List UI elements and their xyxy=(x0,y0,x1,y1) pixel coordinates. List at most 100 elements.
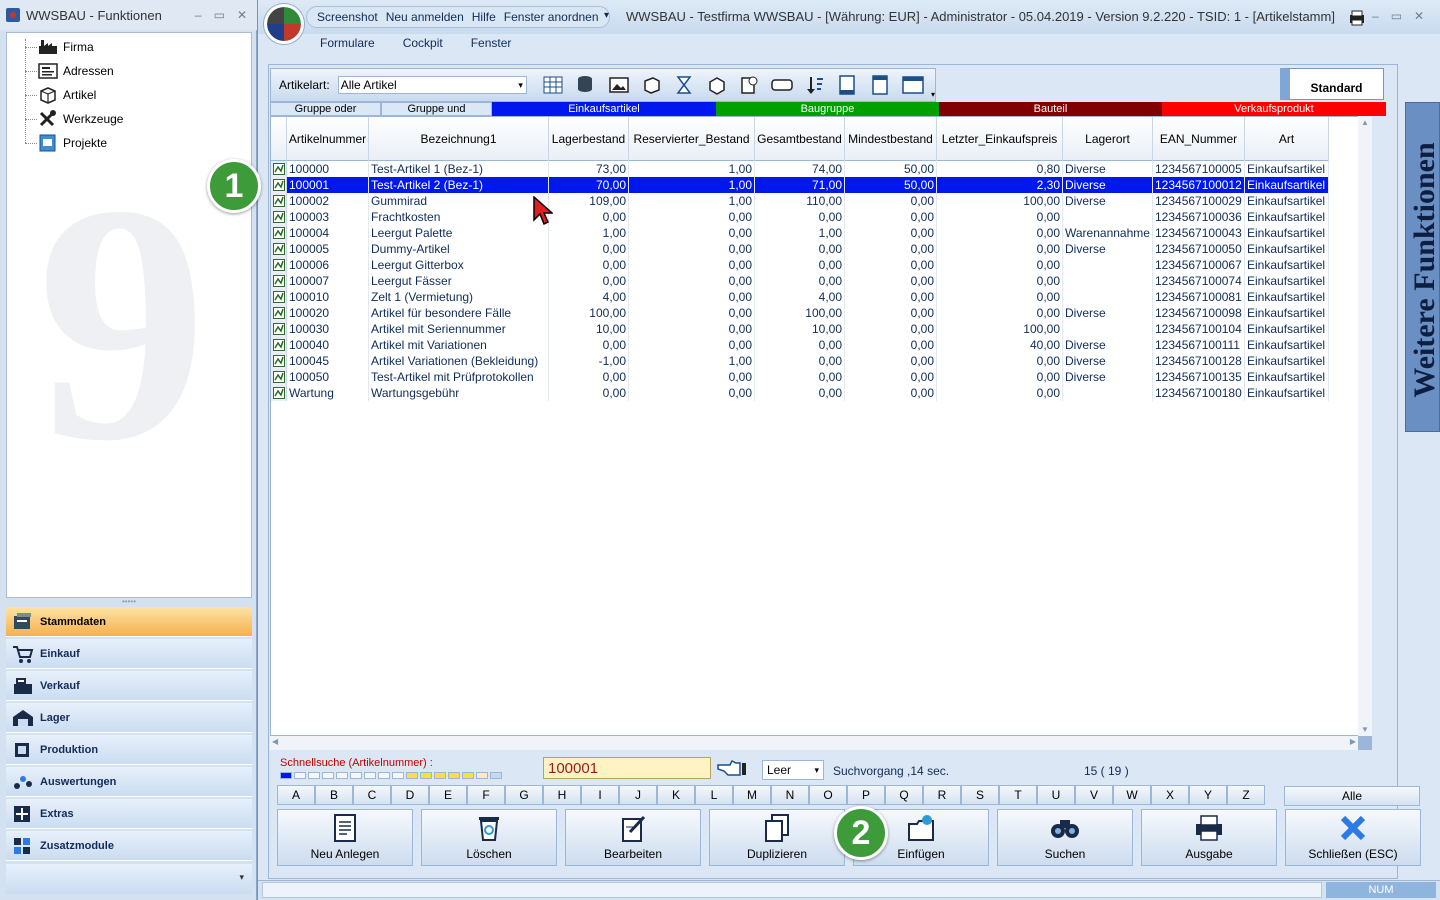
printer-small-icon[interactable] xyxy=(1348,10,1366,29)
group-einkaufsartikel[interactable]: Einkaufsartikel xyxy=(492,102,716,116)
row-status-icon[interactable] xyxy=(271,305,287,321)
column-header[interactable]: Letzter_Einkaufspreis xyxy=(937,117,1063,161)
letter-button-q[interactable]: Q xyxy=(885,785,923,805)
neu-anlegen-button[interactable]: Neu Anlegen xyxy=(277,809,413,866)
column-header[interactable]: Gesamtbestand xyxy=(755,117,845,161)
row-status-icon[interactable] xyxy=(271,369,287,385)
letter-button-t[interactable]: T xyxy=(999,785,1037,805)
tab-cockpit[interactable]: Cockpit xyxy=(403,36,443,50)
row-status-icon[interactable] xyxy=(271,353,287,369)
row-status-icon[interactable] xyxy=(271,321,287,337)
loeschen-button[interactable]: Löschen xyxy=(421,809,557,866)
table-row[interactable]: 100006 Leergut Gitterbox 0,00 0,00 0,00 0,00 0… xyxy=(271,257,1329,273)
bearbeiten-button[interactable]: Bearbeiten xyxy=(565,809,701,866)
nav-verkauf[interactable]: Verkauf xyxy=(6,671,252,701)
qat-hilfe[interactable]: Hilfe xyxy=(472,10,496,24)
alle-button[interactable]: Alle xyxy=(1284,786,1420,806)
row-status-icon[interactable] xyxy=(271,193,287,209)
duplizieren-button[interactable]: Duplizieren xyxy=(709,809,845,866)
column-header[interactable]: Bezeichnung1 xyxy=(369,117,549,161)
tab-fenster[interactable]: Fenster xyxy=(471,36,512,50)
column-header[interactable]: Mindestbestand xyxy=(845,117,937,161)
table-row[interactable]: Wartung Wartungsgebühr 0,00 0,00 0,00 0,00 0,0… xyxy=(271,385,1329,401)
letter-button-o[interactable]: O xyxy=(809,785,847,805)
column-header[interactable]: Lagerort xyxy=(1063,117,1153,161)
table-row[interactable]: 100002 Gummirad 109,00 1,00 110,00 0,00 100,00… xyxy=(271,193,1329,209)
sort-icon[interactable] xyxy=(803,73,826,97)
nav-auswertungen[interactable]: Auswertungen xyxy=(6,767,252,797)
close-icon[interactable]: ✕ xyxy=(1414,9,1424,23)
minimize-icon[interactable]: – xyxy=(1372,9,1379,23)
pointing-hand-icon[interactable] xyxy=(716,757,748,779)
table-row[interactable]: 100040 Artikel mit Variationen 0,00 0,00 0,0… xyxy=(271,337,1329,353)
row-status-icon[interactable] xyxy=(271,161,287,177)
group-und[interactable]: Gruppe und xyxy=(381,102,492,116)
row-status-icon[interactable] xyxy=(271,337,287,353)
splitter-handle[interactable]: ••••• xyxy=(6,598,252,606)
letter-button-z[interactable]: Z xyxy=(1227,785,1265,805)
letter-button-p[interactable]: P xyxy=(847,785,885,805)
table-row[interactable]: 100005 Dummy-Artikel 0,00 0,00 0,00 0,00 0,00 D… xyxy=(271,241,1329,257)
cube-icon[interactable] xyxy=(640,73,663,97)
app-logo-icon[interactable] xyxy=(264,4,304,44)
tree-item-artikel[interactable]: Artikel xyxy=(37,84,96,106)
nav-zusatzmodule[interactable]: Zusatzmodule xyxy=(6,831,252,861)
row-status-icon[interactable] xyxy=(271,257,287,273)
horizontal-scrollbar[interactable]: ◀ ▶ xyxy=(270,736,1358,750)
letter-button-x[interactable]: X xyxy=(1151,785,1189,805)
qat-dropdown-icon[interactable]: ▾ xyxy=(604,10,609,21)
nav-stammdaten[interactable]: Stammdaten xyxy=(6,607,252,637)
table-row[interactable]: 100007 Leergut Fässer 0,00 0,00 0,00 0,00 0,00… xyxy=(271,273,1329,289)
column-header[interactable]: Art xyxy=(1245,117,1329,161)
group-bauteil[interactable]: Bauteil xyxy=(939,102,1162,116)
qat-fenster-anordnen[interactable]: Fenster anordnen xyxy=(504,10,599,24)
scroll-up-icon[interactable]: ▲ xyxy=(1361,118,1369,127)
tree-item-adressen[interactable]: Adressen xyxy=(37,60,114,82)
nav-overflow[interactable]: ▾ xyxy=(6,864,252,894)
letter-button-v[interactable]: V xyxy=(1075,785,1113,805)
row-status-icon[interactable] xyxy=(271,241,287,257)
letter-button-a[interactable]: A xyxy=(277,785,315,805)
letter-button-n[interactable]: N xyxy=(771,785,809,805)
qat-neu-anmelden[interactable]: Neu anmelden xyxy=(386,10,464,24)
group-oder[interactable]: Gruppe oder xyxy=(270,102,381,116)
database-icon[interactable] xyxy=(575,73,598,97)
letter-button-g[interactable]: G xyxy=(505,785,543,805)
tree-item-firma[interactable]: Firma xyxy=(37,36,94,58)
document-link-icon[interactable] xyxy=(738,73,761,97)
standard-button[interactable]: Standard xyxy=(1280,68,1384,100)
weitere-funktionen-panel[interactable]: Weitere Funktionen xyxy=(1405,102,1440,432)
maximize-icon[interactable]: ▭ xyxy=(1391,9,1402,23)
letter-button-c[interactable]: C xyxy=(353,785,391,805)
table-row[interactable]: 100045 Artikel Variationen (Bekleidung) -1… xyxy=(271,353,1329,369)
letter-button-m[interactable]: M xyxy=(733,785,771,805)
quicksearch-input[interactable] xyxy=(543,757,711,779)
letter-button-y[interactable]: Y xyxy=(1189,785,1227,805)
row-status-icon[interactable] xyxy=(271,289,287,305)
maximize-icon[interactable]: ▭ xyxy=(214,8,225,22)
table-row[interactable]: 100020 Artikel für besondere Fälle 100,00 0… xyxy=(271,305,1329,321)
hourglass-icon[interactable] xyxy=(673,73,696,97)
table-row[interactable]: 100030 Artikel mit Seriennummer 10,00 0,00 1… xyxy=(271,321,1329,337)
letter-button-u[interactable]: U xyxy=(1037,785,1075,805)
vertical-scrollbar[interactable]: ▲ ▼ xyxy=(1358,116,1372,736)
letter-button-f[interactable]: F xyxy=(467,785,505,805)
group-verkaufsprodukt[interactable]: Verkaufsprodukt xyxy=(1162,102,1386,116)
suchen-button[interactable]: Suchen xyxy=(997,809,1133,866)
column-header[interactable]: EAN_Nummer xyxy=(1153,117,1245,161)
row-status-icon[interactable] xyxy=(271,385,287,401)
search-mode-select[interactable]: Leer ▾ xyxy=(762,760,824,780)
letter-button-r[interactable]: R xyxy=(923,785,961,805)
scroll-right-icon[interactable]: ▶ xyxy=(1350,737,1356,746)
nav-extras[interactable]: Extras xyxy=(6,799,252,829)
close-icon[interactable]: ✕ xyxy=(237,8,247,22)
minimize-icon[interactable]: – xyxy=(195,8,202,22)
letter-button-b[interactable]: B xyxy=(315,785,353,805)
page-header-icon[interactable] xyxy=(869,73,892,97)
letter-button-i[interactable]: I xyxy=(581,785,619,805)
toolbar-overflow-icon[interactable]: ▾ xyxy=(931,90,935,99)
group-baugruppe[interactable]: Baugruppe xyxy=(716,102,939,116)
row-status-icon[interactable] xyxy=(271,273,287,289)
row-status-icon[interactable] xyxy=(271,209,287,225)
letter-button-j[interactable]: J xyxy=(619,785,657,805)
